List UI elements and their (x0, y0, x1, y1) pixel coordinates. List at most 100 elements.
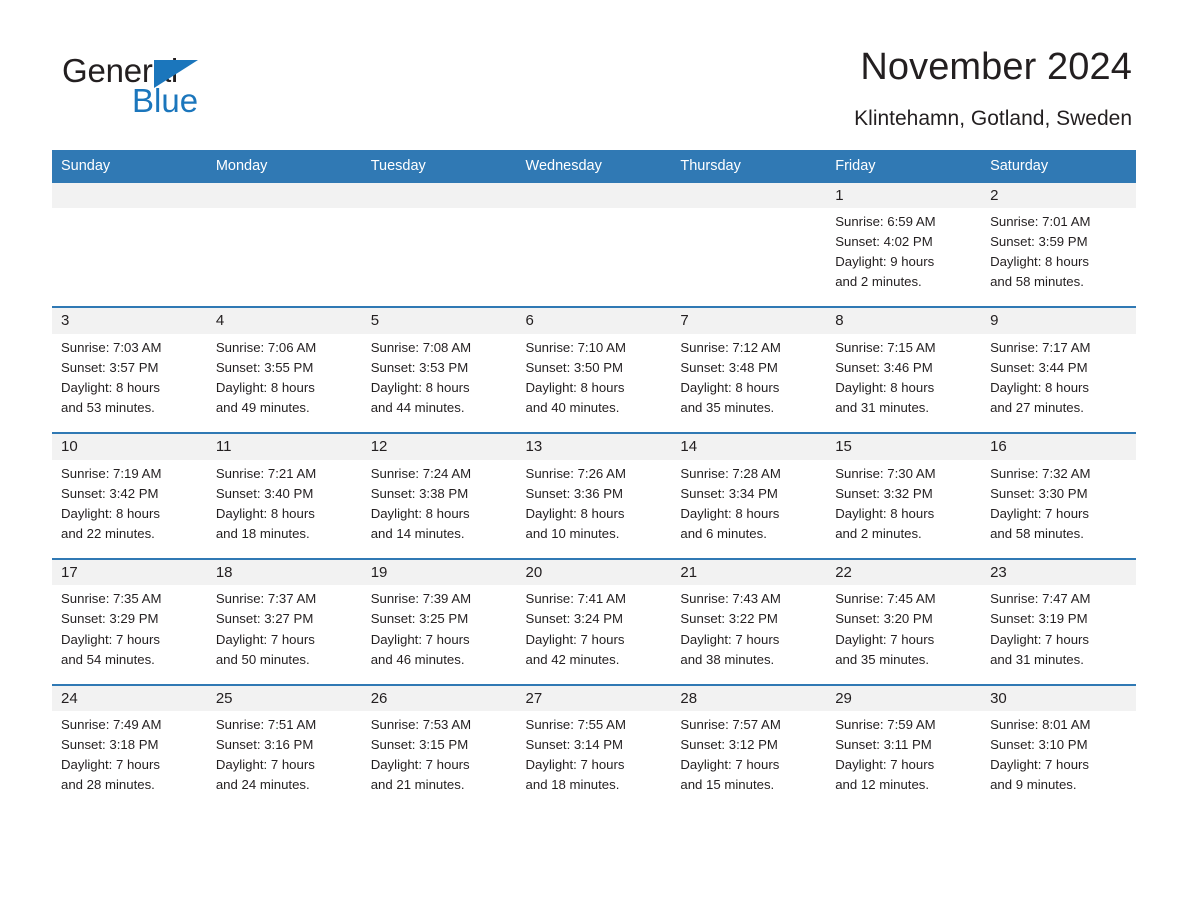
detail-daylight-line2: and 35 minutes. (835, 651, 930, 667)
detail-sunrise: Sunrise: 7:12 AM (680, 339, 781, 355)
day-number-cell[interactable]: 11 (206, 432, 362, 460)
day-details-cell[interactable]: Sunrise: 7:17 AM Sunset: 3:44 PM Daylight:… (981, 333, 1136, 434)
detail-sunrise: Sunrise: 7:19 AM (61, 465, 162, 481)
day-number-cell[interactable]: 13 (516, 432, 672, 460)
day-details-cell[interactable]: Sunrise: 7:43 AM Sunset: 3:22 PM Daylight:… (671, 585, 827, 685)
day-details-cell[interactable]: Sunrise: 6:59 AM Sunset: 4:02 PM Daylight:… (826, 208, 982, 308)
detail-daylight-line2: and 38 minutes. (680, 651, 775, 667)
day-details-cell[interactable]: Sunrise: 7:32 AM Sunset: 3:30 PM Daylight:… (981, 459, 1136, 559)
day-number-cell[interactable]: 17 (52, 557, 207, 586)
detail-daylight-line2: and 15 minutes. (680, 777, 775, 793)
detail-daylight-line2: and 12 minutes. (835, 777, 930, 793)
day-details-cell[interactable]: Sunrise: 7:28 AM Sunset: 3:34 PM Daylight:… (671, 459, 827, 559)
day-number-cell[interactable]: 19 (361, 557, 517, 586)
day-details-cell[interactable]: Sunrise: 7:21 AM Sunset: 3:40 PM Daylight:… (206, 459, 362, 559)
detail-sunrise: Sunrise: 7:37 AM (215, 591, 317, 607)
detail-sunset: Sunset: 3:16 PM (215, 737, 314, 753)
day-number-cell[interactable]: 5 (361, 306, 517, 334)
detail-daylight-line2: and 2 minutes. (835, 274, 922, 290)
day-details-cell[interactable]: Sunrise: 7:01 AM Sunset: 3:59 PM Daylight:… (981, 208, 1136, 308)
empty-details-cell (52, 208, 207, 308)
day-number-cell[interactable]: 14 (671, 432, 827, 460)
detail-sunrise: Sunrise: 7:28 AM (680, 465, 781, 481)
day-details-cell[interactable]: Sunrise: 7:45 AM Sunset: 3:20 PM Daylight:… (826, 585, 982, 685)
day-details-cell[interactable]: Sunrise: 7:06 AM Sunset: 3:55 PM Daylight:… (206, 333, 362, 434)
detail-daylight-line2: and 50 minutes. (215, 651, 310, 667)
detail-daylight-line1: Daylight: 7 hours (370, 631, 470, 647)
day-details-cell[interactable]: Sunrise: 7:49 AM Sunset: 3:18 PM Daylight:… (52, 711, 207, 810)
day-details-cell[interactable]: Sunrise: 7:35 AM Sunset: 3:29 PM Daylight:… (52, 585, 207, 685)
detail-sunrise: Sunrise: 7:01 AM (990, 214, 1091, 230)
day-details-cell[interactable]: Sunrise: 7:19 AM Sunset: 3:42 PM Daylight:… (52, 459, 207, 559)
day-number-cell[interactable]: 30 (981, 683, 1136, 712)
day-number-cell[interactable]: 21 (671, 557, 827, 586)
detail-daylight-line1: Daylight: 8 hours (61, 505, 160, 521)
day-number-cell[interactable]: 24 (52, 683, 207, 712)
day-details-cell[interactable]: Sunrise: 7:10 AM Sunset: 3:50 PM Daylight:… (516, 333, 672, 434)
detail-daylight-line2: and 46 minutes. (370, 651, 465, 667)
day-number-cell[interactable]: 1 (826, 182, 982, 209)
day-number-cell[interactable]: 22 (826, 557, 982, 586)
day-details-cell[interactable]: Sunrise: 7:47 AM Sunset: 3:19 PM Daylight:… (981, 585, 1136, 685)
day-number-cell[interactable]: 26 (361, 683, 517, 712)
detail-daylight-line2: and 58 minutes. (990, 525, 1084, 541)
detail-sunset: Sunset: 3:59 PM (990, 234, 1088, 250)
day-details-cell[interactable]: Sunrise: 7:37 AM Sunset: 3:27 PM Daylight:… (206, 585, 362, 685)
logo-text-blue: Blue (132, 82, 199, 119)
day-details-cell[interactable]: Sunrise: 7:24 AM Sunset: 3:38 PM Daylight:… (361, 459, 517, 559)
detail-sunset: Sunset: 3:50 PM (525, 359, 624, 375)
day-number-cell[interactable]: 16 (981, 432, 1136, 460)
day-number-cell[interactable]: 12 (361, 432, 517, 460)
detail-sunset: Sunset: 3:36 PM (525, 485, 624, 501)
detail-sunset: Sunset: 3:18 PM (61, 737, 159, 753)
day-details-cell[interactable]: Sunrise: 7:15 AM Sunset: 3:46 PM Daylight:… (826, 333, 982, 434)
week-info-row: Sunrise: 7:49 AM Sunset: 3:18 PM Daylight:… (52, 711, 1136, 810)
day-number-cell[interactable]: 6 (516, 306, 672, 334)
day-details-cell[interactable]: Sunrise: 7:41 AM Sunset: 3:24 PM Daylight:… (516, 585, 672, 685)
detail-sunrise: Sunrise: 7:17 AM (990, 339, 1091, 355)
day-number-cell[interactable]: 10 (52, 432, 207, 460)
detail-sunrise: Sunrise: 7:35 AM (61, 591, 162, 607)
day-details-cell[interactable]: Sunrise: 7:59 AM Sunset: 3:11 PM Daylight:… (826, 711, 982, 810)
day-number-cell[interactable]: 25 (206, 683, 362, 712)
day-details-cell[interactable]: Sunrise: 7:55 AM Sunset: 3:14 PM Daylight:… (516, 711, 672, 810)
day-details-cell[interactable]: Sunrise: 7:12 AM Sunset: 3:48 PM Daylight:… (671, 333, 827, 434)
day-number-cell[interactable]: 3 (52, 306, 207, 334)
day-details-cell[interactable]: Sunrise: 7:03 AM Sunset: 3:57 PM Daylight:… (52, 333, 207, 434)
day-number-cell[interactable]: 27 (516, 683, 672, 712)
day-details-cell[interactable]: Sunrise: 8:01 AM Sunset: 3:10 PM Daylight:… (981, 711, 1136, 810)
day-number-cell[interactable]: 4 (206, 306, 362, 334)
detail-daylight-line2: and 35 minutes. (680, 400, 775, 416)
empty-day-cell (206, 182, 362, 209)
day-number-cell[interactable]: 18 (206, 557, 362, 586)
day-details-cell[interactable]: Sunrise: 7:51 AM Sunset: 3:16 PM Daylight:… (206, 711, 362, 810)
day-details-cell[interactable]: Sunrise: 7:08 AM Sunset: 3:53 PM Daylight:… (361, 333, 517, 434)
general-blue-logo[interactable]: General Blue (56, 46, 316, 118)
detail-daylight-line2: and 18 minutes. (525, 777, 620, 793)
day-details-cell[interactable]: Sunrise: 7:30 AM Sunset: 3:32 PM Daylight:… (826, 459, 982, 559)
day-number-cell[interactable]: 28 (671, 683, 827, 712)
detail-sunrise: Sunrise: 8:01 AM (990, 717, 1091, 733)
day-number-cell[interactable]: 23 (981, 557, 1136, 586)
day-details-cell[interactable]: Sunrise: 7:57 AM Sunset: 3:12 PM Daylight:… (671, 711, 827, 810)
detail-sunset: Sunset: 3:57 PM (61, 359, 159, 375)
day-details-cell[interactable]: Sunrise: 7:26 AM Sunset: 3:36 PM Daylight:… (516, 459, 672, 559)
page-title: November 2024 (860, 46, 1132, 88)
detail-daylight-line2: and 49 minutes. (215, 400, 310, 416)
day-number-cell[interactable]: 8 (826, 306, 982, 334)
day-details-cell[interactable]: Sunrise: 7:53 AM Sunset: 3:15 PM Daylight:… (361, 711, 517, 810)
detail-sunrise: Sunrise: 7:53 AM (370, 717, 472, 733)
day-number-cell[interactable]: 15 (826, 432, 982, 460)
detail-daylight-line1: Daylight: 8 hours (370, 380, 470, 396)
weekday-header-tuesday: Tuesday (361, 149, 517, 183)
day-number-cell[interactable]: 20 (516, 557, 672, 586)
title-block: November 2024 Klintehamn, Gotland, Swede… (854, 46, 1132, 130)
day-number-cell[interactable]: 2 (981, 182, 1136, 209)
day-number-cell[interactable]: 29 (826, 683, 982, 712)
day-number-cell[interactable]: 9 (981, 306, 1136, 334)
day-details-cell[interactable]: Sunrise: 7:39 AM Sunset: 3:25 PM Daylight:… (361, 585, 517, 685)
detail-sunset: Sunset: 3:53 PM (370, 359, 469, 375)
day-number-cell[interactable]: 7 (671, 306, 827, 334)
location-subtitle: Klintehamn, Gotland, Sweden (854, 106, 1132, 130)
detail-daylight-line1: Daylight: 8 hours (990, 254, 1090, 270)
